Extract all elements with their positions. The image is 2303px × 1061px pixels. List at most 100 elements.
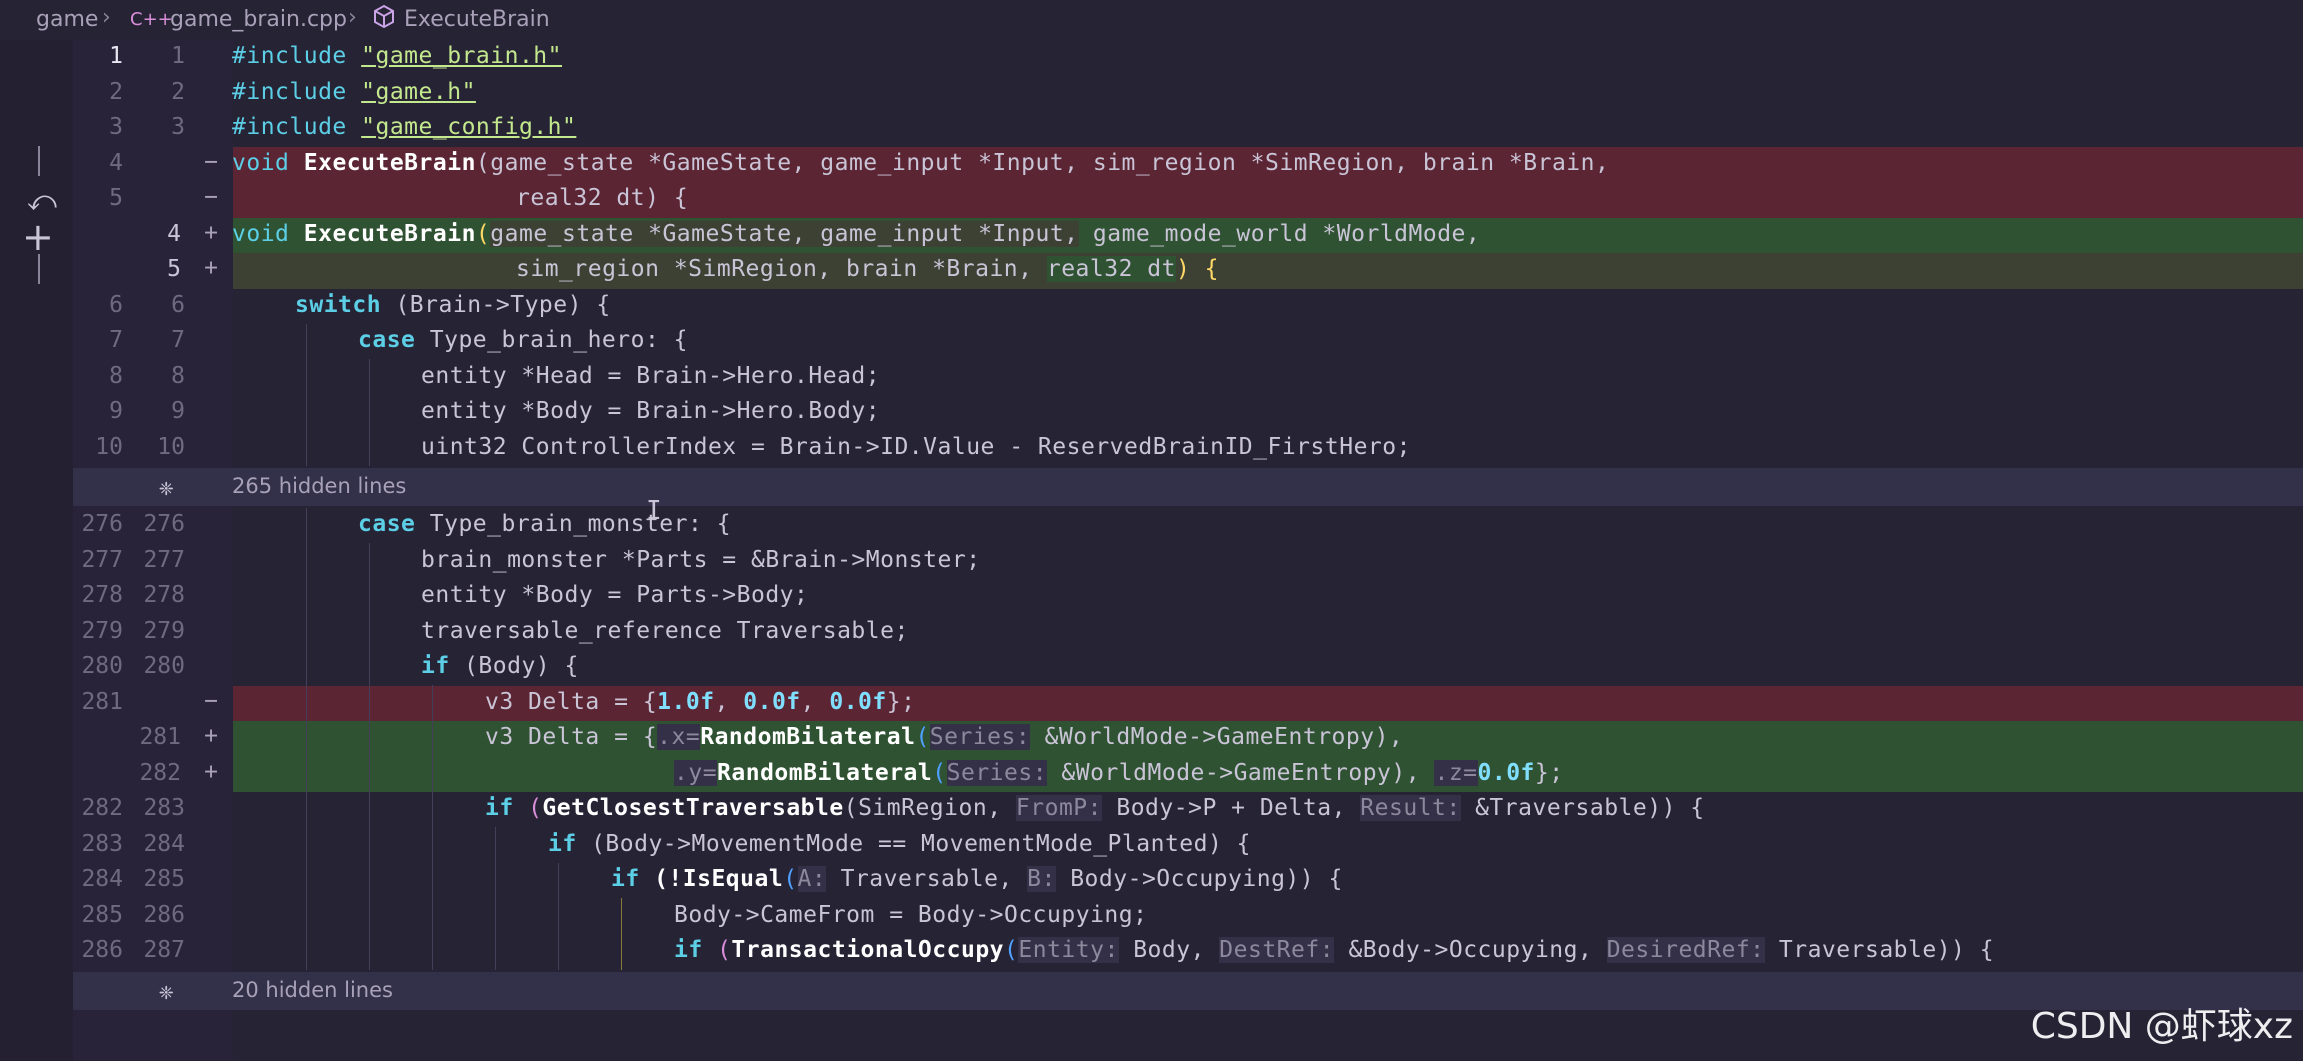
deleted-line[interactable]: 5 − real32 dt) {: [73, 182, 2303, 218]
code-line[interactable]: 7 7 case Type_brain_hero: {: [73, 324, 2303, 360]
new-line-number: 5: [167, 256, 181, 282]
added-line[interactable]: 281 + v3 Delta = {.x=RandomBilateral(Ser…: [73, 721, 2303, 757]
diff-editor[interactable]: 1 1 #include "game_brain.h" 2 2 #include…: [73, 40, 2303, 1061]
old-line-number: 7: [109, 327, 123, 353]
hidden-lines-expander[interactable]: ❈ 20 hidden lines: [73, 972, 2303, 1010]
cpp-file-icon: C++: [130, 9, 173, 30]
code-text: entity *Head = Brain->Hero.Head;: [421, 362, 881, 389]
code-text: if (GetClosestTraversable(SimRegion, Fro…: [485, 795, 1705, 821]
added-line[interactable]: 282 + .y=RandomBilateral(Series: &WorldM…: [73, 756, 2303, 792]
new-line-number: 9: [171, 398, 185, 424]
code-line[interactable]: 276 276 case Type_brain_monster: {: [73, 508, 2303, 544]
indent-guide: [306, 508, 307, 970]
old-line-number: 281: [81, 688, 123, 715]
code-line[interactable]: 282 283 if (GetClosestTraversable(SimReg…: [73, 792, 2303, 828]
unfold-icon[interactable]: ❈: [159, 473, 173, 501]
unfold-icon[interactable]: ❈: [159, 977, 173, 1005]
new-line-number: 285: [143, 866, 185, 892]
hidden-lines-label: 265 hidden lines: [232, 474, 407, 498]
code-text: traversable_reference Traversable;: [421, 617, 909, 644]
code-line[interactable]: 279 279 traversable_reference Traversabl…: [73, 615, 2303, 651]
old-line-number: 285: [81, 901, 123, 928]
old-line-number: 4: [109, 149, 123, 176]
new-line-number: 276: [143, 511, 185, 537]
code-line[interactable]: 278 278 entity *Body = Parts->Body;: [73, 579, 2303, 615]
new-line-number: 284: [143, 830, 185, 857]
code-text: real32 dt) {: [516, 185, 689, 211]
code-text: #include "game.h": [232, 78, 476, 105]
added-line[interactable]: 5 + sim_region *SimRegion, brain *Brain,…: [73, 253, 2303, 289]
hidden-lines-label: 20 hidden lines: [232, 978, 393, 1002]
code-text: Body->CameFrom = Body->Occupying;: [674, 901, 1148, 928]
deleted-line[interactable]: 4 − void ExecuteBrain(game_state *GameSt…: [73, 146, 2303, 182]
new-line-number: 4: [167, 220, 181, 247]
new-line-number: 280: [143, 653, 185, 679]
diff-marker-line: [38, 146, 40, 176]
code-line[interactable]: 280 280 if (Body) {: [73, 650, 2303, 686]
code-line[interactable]: 286 287 if (TransactionalOccupy(Entity: …: [73, 934, 2303, 970]
added-line[interactable]: 4 + void ExecuteBrain(game_state *GameSt…: [73, 217, 2303, 253]
new-line-number: 286: [143, 901, 185, 928]
old-line-number: 278: [81, 582, 123, 608]
code-text: #include "game_config.h": [232, 114, 577, 140]
new-line-number: 279: [143, 617, 185, 644]
indent-guide: [432, 685, 433, 970]
old-line-number: 8: [109, 362, 123, 389]
code-text: entity *Body = Brain->Hero.Body;: [421, 398, 881, 424]
code-line[interactable]: 284 285 if (!IsEqual(A: Traversable, B: …: [73, 863, 2303, 899]
breadcrumb-symbol[interactable]: ExecuteBrain: [404, 7, 550, 32]
code-line[interactable]: 6 6 switch (Brain->Type) {: [73, 289, 2303, 325]
code-text: case Type_brain_hero: {: [358, 327, 688, 353]
symbol-method-icon: [372, 4, 396, 36]
indent-guide: [495, 827, 496, 970]
code-line[interactable]: 283 284 if (Body->MovementMode == Moveme…: [73, 828, 2303, 864]
code-text: void ExecuteBrain(game_state *GameState,…: [232, 220, 1481, 247]
code-text: entity *Body = Parts->Body;: [421, 582, 809, 608]
old-line-number: 282: [81, 795, 123, 821]
deleted-line[interactable]: 281 − v3 Delta = {1.0f, 0.0f, 0.0f};: [73, 685, 2303, 721]
breadcrumb-folder[interactable]: game: [36, 7, 98, 32]
code-text: v3 Delta = {1.0f, 0.0f, 0.0f};: [485, 688, 916, 715]
text-cursor-icon: I: [646, 496, 662, 526]
old-line-number: 6: [109, 291, 123, 318]
indent-guide: [558, 863, 559, 970]
code-line[interactable]: 3 3 #include "game_config.h": [73, 111, 2303, 147]
minus-icon: −: [204, 687, 218, 714]
diff-marker-line: [38, 254, 40, 284]
minus-icon: −: [204, 184, 218, 210]
old-line-number: 279: [81, 617, 123, 644]
new-line-number: 287: [143, 937, 185, 963]
revert-change-icon[interactable]: ⤺: [27, 184, 57, 218]
hidden-lines-expander[interactable]: ❈ 265 hidden lines: [73, 468, 2303, 506]
code-text: uint32 ControllerIndex = Brain->ID.Value…: [421, 433, 1411, 460]
code-line[interactable]: 1 1 #include "game_brain.h": [73, 40, 2303, 76]
indent-guide: [369, 543, 370, 970]
new-line-number: 281: [139, 724, 181, 750]
plus-icon: +: [204, 219, 218, 246]
code-text: void ExecuteBrain(game_state *GameState,…: [232, 149, 1610, 176]
code-line[interactable]: 10 10 uint32 ControllerIndex = Brain->ID…: [73, 431, 2303, 467]
new-line-number: 3: [171, 114, 185, 140]
code-text: switch (Brain->Type) {: [295, 291, 611, 318]
code-line[interactable]: 9 9 entity *Body = Brain->Hero.Body;: [73, 395, 2303, 431]
indent-guide-active: [621, 898, 622, 970]
chevron-right-icon: ›: [348, 5, 357, 30]
old-line-number: 2: [109, 78, 123, 105]
code-line[interactable]: 2 2 #include "game.h": [73, 76, 2303, 112]
new-line-number: 283: [143, 795, 185, 821]
indent-guide: [306, 324, 307, 466]
old-line-number: 280: [81, 653, 123, 679]
plus-icon: +: [204, 758, 218, 785]
code-text: v3 Delta = {.x=RandomBilateral(Series: &…: [485, 724, 1404, 750]
old-line-number: 286: [81, 937, 123, 963]
old-line-number: 9: [109, 398, 123, 424]
old-line-number: 10: [95, 433, 123, 460]
code-line[interactable]: 277 277 brain_monster *Parts = &Brain->M…: [73, 544, 2303, 580]
old-line-number: 284: [81, 866, 123, 892]
breadcrumb-file[interactable]: game_brain.cpp: [170, 7, 347, 32]
old-line-number: 5: [109, 185, 123, 211]
code-text: if (Body) {: [421, 653, 579, 679]
add-comment-icon[interactable]: +: [22, 218, 54, 256]
code-line[interactable]: 8 8 entity *Head = Brain->Hero.Head;: [73, 360, 2303, 396]
code-line[interactable]: 285 286 Body->CameFrom = Body->Occupying…: [73, 899, 2303, 935]
